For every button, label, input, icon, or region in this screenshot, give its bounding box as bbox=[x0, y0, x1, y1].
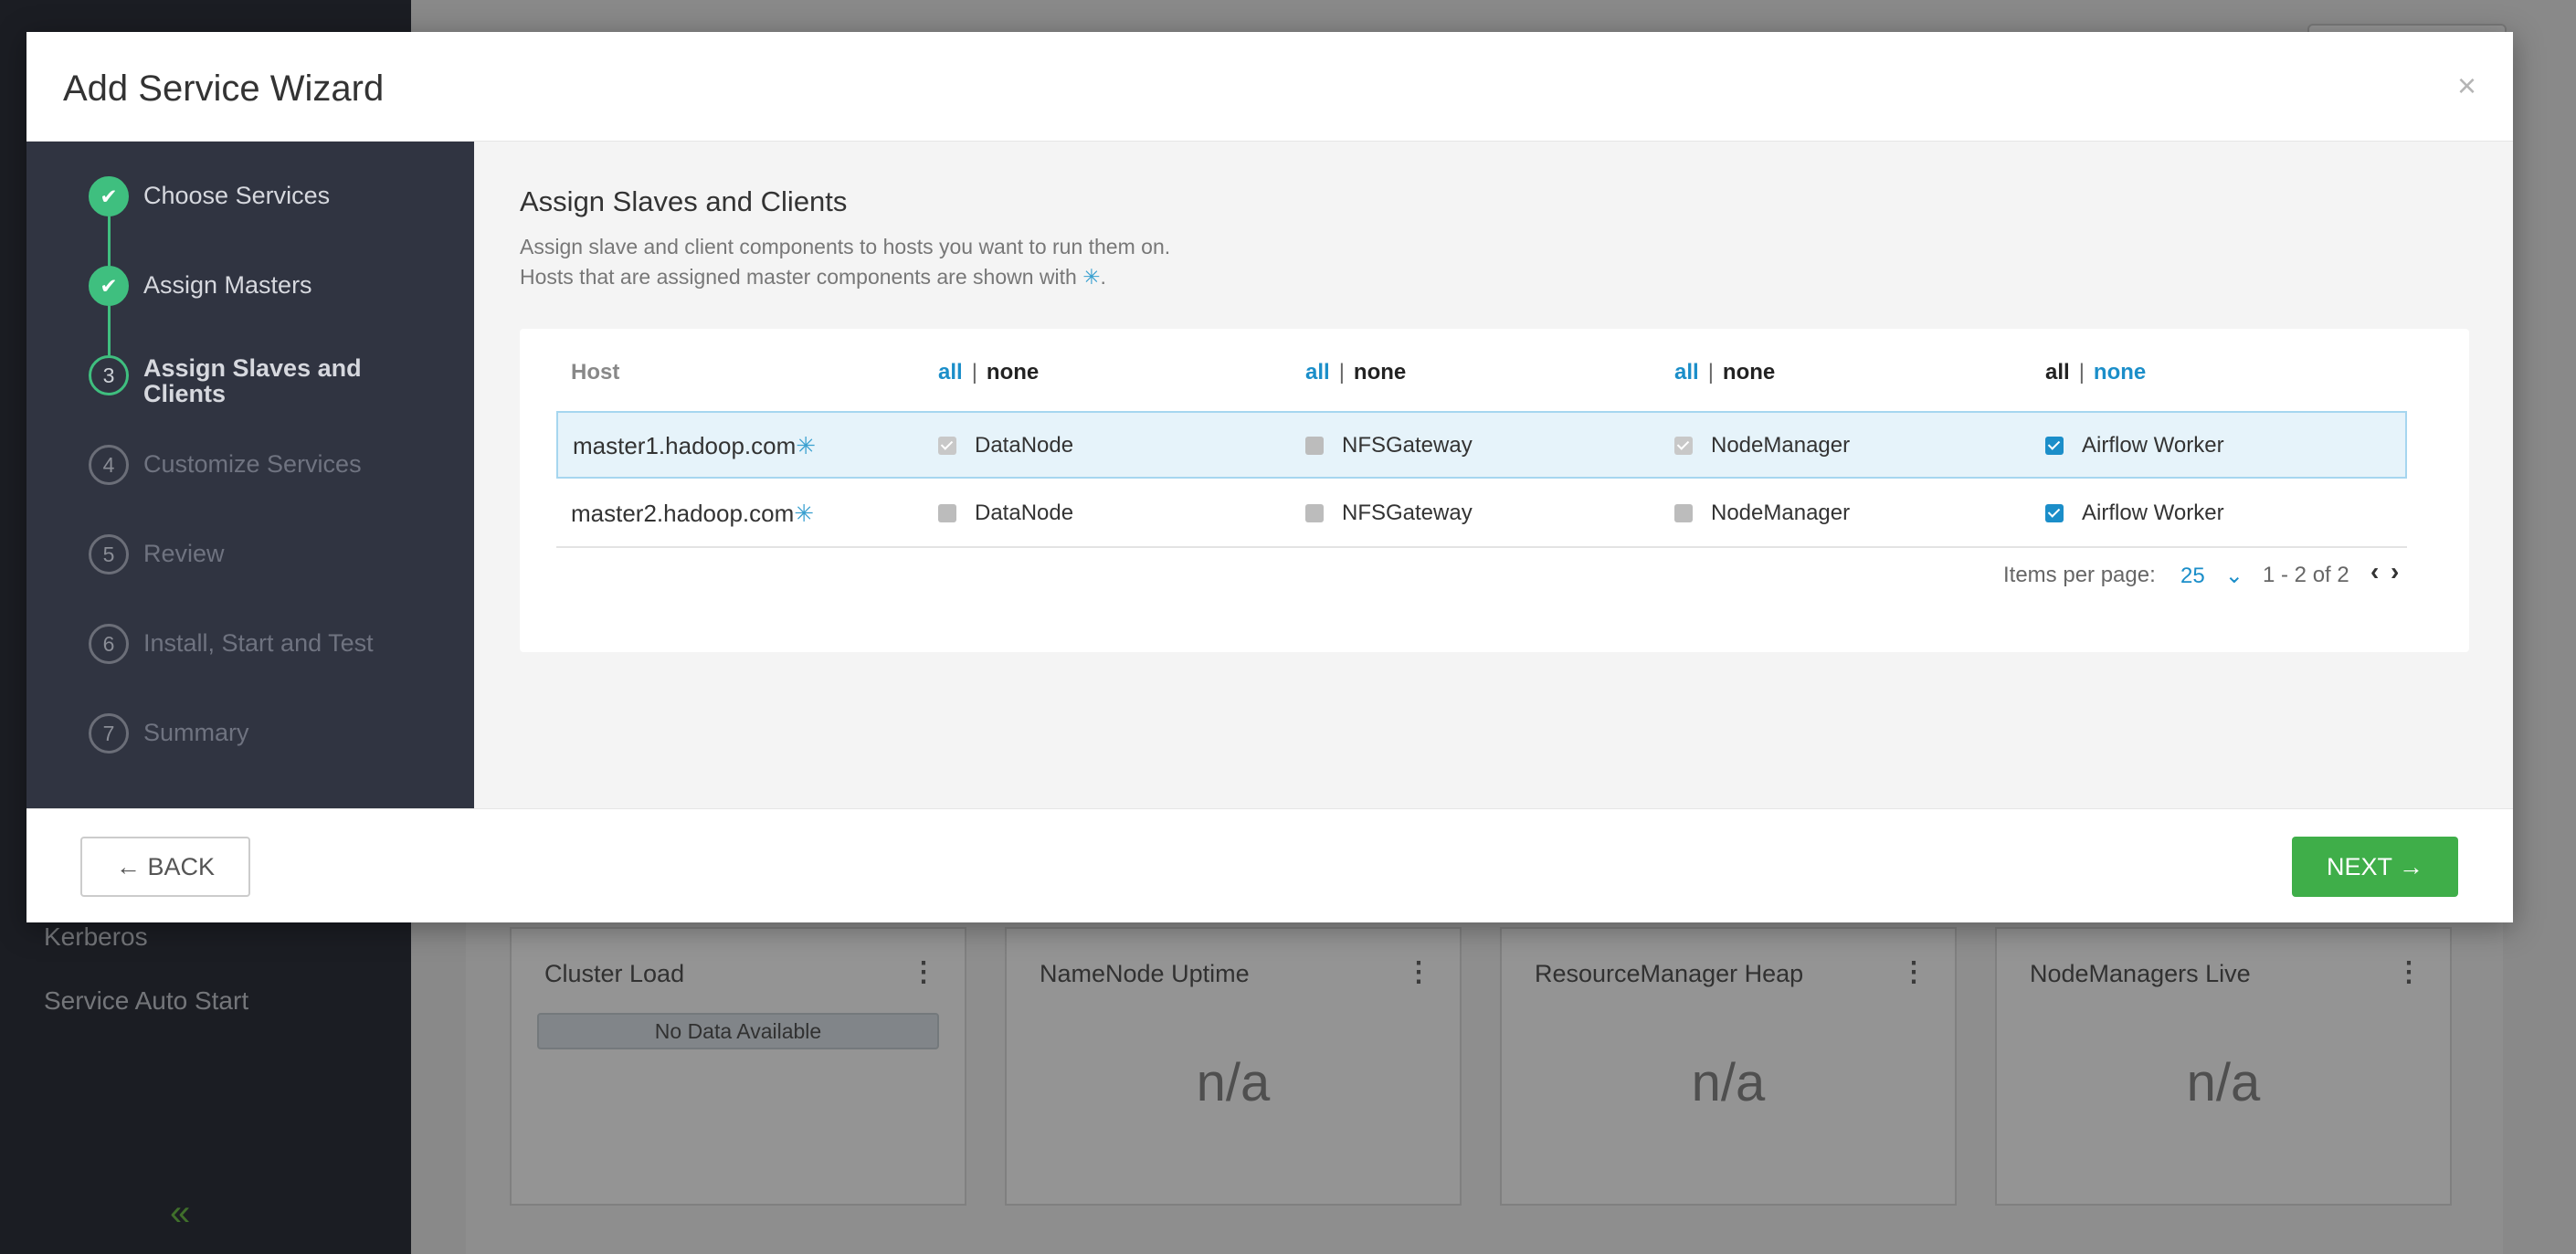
component-nodemanager[interactable]: NodeManager bbox=[1674, 501, 1850, 526]
chevron-left-icon[interactable]: ‹ bbox=[2370, 557, 2379, 586]
step-number: 5 bbox=[89, 534, 129, 574]
component-nodemanager[interactable]: NodeManager bbox=[1674, 433, 1850, 458]
component-label: DataNode bbox=[975, 501, 1074, 525]
master-star-icon: ✳ bbox=[796, 432, 817, 459]
step-number: 7 bbox=[89, 713, 129, 753]
step-label: Customize Services bbox=[143, 450, 362, 478]
select-none-airflow-worker[interactable]: none bbox=[2094, 360, 2146, 385]
component-label: DataNode bbox=[975, 433, 1074, 458]
checkbox[interactable] bbox=[938, 504, 956, 522]
column-header-datanode: all | none bbox=[938, 360, 1039, 385]
component-nfsgateway[interactable]: NFSGateway bbox=[1305, 501, 1473, 526]
back-button[interactable]: ← BACK bbox=[80, 837, 250, 897]
component-airflow-worker[interactable]: Airflow Worker bbox=[2045, 433, 2224, 458]
items-per-page-select[interactable]: 25 ⌄ bbox=[2180, 563, 2243, 589]
items-per-page-label: Items per page: bbox=[2003, 563, 2156, 587]
checkbox[interactable] bbox=[1305, 504, 1324, 522]
component-datanode[interactable]: DataNode bbox=[938, 501, 1073, 526]
select-none-datanode[interactable]: none bbox=[987, 360, 1039, 385]
host-name[interactable]: master1.hadoop.com✳ bbox=[573, 432, 816, 460]
chevron-down-icon: ⌄ bbox=[2224, 564, 2243, 588]
pagination-range: 1 - 2 of 2 bbox=[2263, 563, 2349, 587]
component-label: Airflow Worker bbox=[2082, 433, 2224, 458]
check-icon: ✔ bbox=[89, 176, 129, 216]
checkbox[interactable] bbox=[2045, 437, 2064, 455]
select-all-nfsgateway[interactable]: all bbox=[1305, 360, 1330, 385]
step-number: 6 bbox=[89, 624, 129, 664]
column-header-host: Host bbox=[571, 360, 620, 385]
table-row: master1.hadoop.com✳ DataNode NFSGateway … bbox=[556, 411, 2407, 479]
component-airflow-worker[interactable]: Airflow Worker bbox=[2045, 501, 2224, 526]
column-header-airflow-worker: all | none bbox=[2045, 360, 2146, 385]
host-text: master2.hadoop.com bbox=[571, 500, 795, 527]
step-connector bbox=[108, 216, 111, 266]
wizard-steps: ✔ Choose Services ✔ Assign Masters 3 Ass… bbox=[26, 142, 474, 808]
desc-text: Hosts that are assigned master component… bbox=[520, 265, 1083, 289]
chevron-right-icon[interactable]: › bbox=[2391, 557, 2399, 586]
column-header-nodemanager: all | none bbox=[1674, 360, 1775, 385]
wizard-content: Assign Slaves and Clients Assign slave a… bbox=[474, 142, 2513, 808]
step-label: Install, Start and Test bbox=[143, 629, 374, 657]
modal-header: Add Service Wizard × bbox=[26, 32, 2513, 142]
select-all-airflow-worker[interactable]: all bbox=[2045, 360, 2070, 385]
section-description: Assign slave and client components to ho… bbox=[520, 235, 1171, 258]
component-label: NFSGateway bbox=[1342, 501, 1473, 525]
checkbox[interactable] bbox=[1674, 504, 1693, 522]
checkbox[interactable] bbox=[2045, 504, 2064, 522]
next-button[interactable]: NEXT → bbox=[2292, 837, 2458, 897]
component-label: Airflow Worker bbox=[2082, 501, 2224, 525]
add-service-wizard-modal: Add Service Wizard × ✔ Choose Services ✔… bbox=[26, 32, 2513, 922]
separator: | bbox=[971, 360, 977, 385]
desc-suffix: . bbox=[1100, 265, 1106, 289]
checkbox[interactable] bbox=[1305, 437, 1324, 455]
check-icon: ✔ bbox=[89, 266, 129, 306]
select-all-datanode[interactable]: all bbox=[938, 360, 963, 385]
separator: | bbox=[1707, 360, 1714, 385]
step-number: 4 bbox=[89, 445, 129, 485]
assignment-table: Host all | none all | none all | none all | none… bbox=[520, 329, 2469, 652]
modal-title: Add Service Wizard bbox=[63, 68, 385, 109]
step-number: 3 bbox=[89, 355, 129, 395]
section-title: Assign Slaves and Clients bbox=[520, 185, 848, 217]
host-name[interactable]: master2.hadoop.com✳ bbox=[571, 500, 814, 528]
component-label: NodeManager bbox=[1711, 501, 1851, 525]
items-per-page-value: 25 bbox=[2180, 564, 2205, 588]
table-row: master2.hadoop.com✳ DataNode NFSGateway … bbox=[556, 480, 2407, 548]
step-label: Choose Services bbox=[143, 182, 331, 209]
separator: | bbox=[2078, 360, 2085, 385]
step-label: Review bbox=[143, 540, 225, 567]
step-connector bbox=[108, 306, 111, 355]
component-label: NFSGateway bbox=[1342, 433, 1473, 458]
component-label: NodeManager bbox=[1711, 433, 1851, 458]
column-header-nfsgateway: all | none bbox=[1305, 360, 1406, 385]
step-label: Assign Slaves and Clients bbox=[143, 354, 362, 407]
select-all-nodemanager[interactable]: all bbox=[1674, 360, 1699, 385]
component-datanode[interactable]: DataNode bbox=[938, 433, 1073, 458]
select-none-nodemanager[interactable]: none bbox=[1723, 360, 1775, 385]
section-description-2: Hosts that are assigned master component… bbox=[520, 265, 1106, 290]
modal-footer: ← BACK NEXT → bbox=[26, 808, 2513, 922]
checkbox[interactable] bbox=[1674, 437, 1693, 455]
select-none-nfsgateway[interactable]: none bbox=[1354, 360, 1406, 385]
master-star-icon: ✳ bbox=[1082, 265, 1101, 289]
separator: | bbox=[1338, 360, 1345, 385]
step-label: Summary bbox=[143, 719, 249, 746]
master-star-icon: ✳ bbox=[794, 500, 815, 527]
step-label: Assign Masters bbox=[143, 271, 312, 299]
host-text: master1.hadoop.com bbox=[573, 432, 797, 459]
checkbox[interactable] bbox=[938, 437, 956, 455]
component-nfsgateway[interactable]: NFSGateway bbox=[1305, 433, 1473, 458]
close-icon[interactable]: × bbox=[2457, 67, 2476, 105]
